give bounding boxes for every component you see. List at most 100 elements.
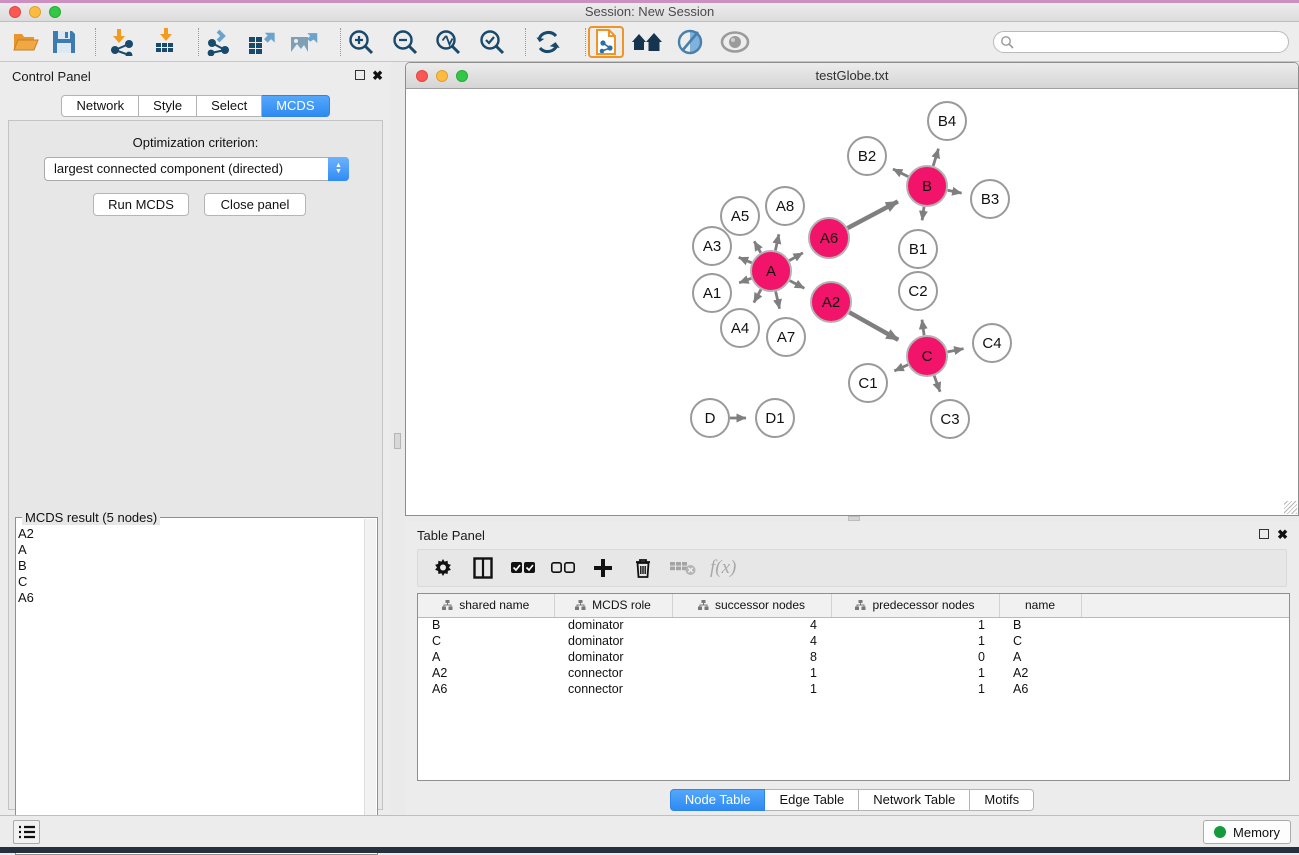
edge-B-B3[interactable] xyxy=(948,190,962,193)
node-A8[interactable]: A8 xyxy=(766,187,804,225)
node-A7[interactable]: A7 xyxy=(767,318,805,356)
node-D[interactable]: D xyxy=(691,399,729,437)
network-window-titlebar[interactable]: testGlobe.txt xyxy=(406,63,1298,89)
close-panel-icon[interactable]: ✖ xyxy=(372,68,383,84)
table-row[interactable]: Bdominator41B xyxy=(418,617,1289,633)
node-C3[interactable]: C3 xyxy=(931,400,969,438)
cell-name[interactable]: A2 xyxy=(999,665,1081,681)
cell-predecessor-nodes[interactable]: 1 xyxy=(831,617,999,633)
deselect-all-checkboxes-icon[interactable] xyxy=(550,555,576,581)
tab-select[interactable]: Select xyxy=(197,95,262,117)
node-A[interactable]: A xyxy=(751,251,791,291)
mcds-result-item[interactable]: A6 xyxy=(18,590,363,606)
window-resize-grip[interactable] xyxy=(1284,501,1297,514)
run-mcds-button[interactable]: Run MCDS xyxy=(93,193,189,216)
node-attribute-table[interactable]: shared nameMCDS rolesuccessor nodesprede… xyxy=(417,593,1290,781)
edge-A2-C[interactable] xyxy=(849,312,898,340)
mcds-result-item[interactable]: A xyxy=(18,542,363,558)
node-B3[interactable]: B3 xyxy=(971,180,1009,218)
table-row[interactable]: A6connector11A6 xyxy=(418,681,1289,697)
network-canvas[interactable]: AA1A2A3A4A5A6A7A8BB1B2B3B4CC1C2C3C4DD1 xyxy=(406,89,1298,515)
tab-style[interactable]: Style xyxy=(139,95,197,117)
tab-edge-table[interactable]: Edge Table xyxy=(765,789,859,811)
cell-shared-name[interactable]: A2 xyxy=(418,665,554,681)
node-A1[interactable]: A1 xyxy=(693,274,731,312)
node-A4[interactable]: A4 xyxy=(721,309,759,347)
toggle-graphics-details-icon[interactable] xyxy=(672,26,708,58)
cell-successor-nodes[interactable]: 8 xyxy=(672,649,831,665)
open-file-icon[interactable] xyxy=(8,26,44,58)
vertical-splitter-grip[interactable] xyxy=(394,433,401,449)
vertical-splitter[interactable] xyxy=(391,62,405,815)
edge-B-B2[interactable] xyxy=(893,169,908,177)
cell-MCDS-role[interactable]: dominator xyxy=(554,617,672,633)
cell-predecessor-nodes[interactable]: 0 xyxy=(831,649,999,665)
node-C2[interactable]: C2 xyxy=(899,272,937,310)
delete-table-icon[interactable] xyxy=(670,555,696,581)
column-selector-icon[interactable] xyxy=(470,555,496,581)
cell-name[interactable]: A xyxy=(999,649,1081,665)
import-table-icon[interactable] xyxy=(148,26,184,58)
cell-successor-nodes[interactable]: 1 xyxy=(672,665,831,681)
home-icon[interactable] xyxy=(629,26,665,58)
cell-successor-nodes[interactable]: 4 xyxy=(672,617,831,633)
search-field[interactable] xyxy=(993,31,1289,53)
node-A2[interactable]: A2 xyxy=(811,282,851,322)
edge-B-B4[interactable] xyxy=(933,149,938,166)
edge-A-A2[interactable] xyxy=(790,281,805,289)
export-table-icon[interactable] xyxy=(243,26,279,58)
float-table-panel-icon[interactable] xyxy=(1259,529,1269,539)
cell-MCDS-role[interactable]: connector xyxy=(554,665,672,681)
table-row[interactable]: Cdominator41C xyxy=(418,633,1289,649)
zoom-selected-icon[interactable] xyxy=(474,26,510,58)
export-network-icon[interactable] xyxy=(201,26,237,58)
cell-shared-name[interactable]: A xyxy=(418,649,554,665)
edge-A-A5[interactable] xyxy=(754,241,760,252)
cell-name[interactable]: A6 xyxy=(999,681,1081,697)
column-header-name[interactable]: name xyxy=(999,594,1081,617)
cell-successor-nodes[interactable]: 1 xyxy=(672,681,831,697)
criterion-dropdown[interactable]: largest connected component (directed) ▲… xyxy=(44,157,349,181)
edge-A-A3[interactable] xyxy=(739,257,752,262)
export-image-icon[interactable] xyxy=(286,26,322,58)
edge-C-C3[interactable] xyxy=(934,376,940,392)
memory-button[interactable]: Memory xyxy=(1203,820,1291,844)
import-network-icon[interactable] xyxy=(103,26,139,58)
zoom-in-icon[interactable] xyxy=(343,26,379,58)
cell-shared-name[interactable]: C xyxy=(418,633,554,649)
task-history-button[interactable] xyxy=(13,820,40,844)
mcds-result-scrollbar[interactable] xyxy=(364,519,376,853)
edge-A-A7[interactable] xyxy=(776,291,780,308)
settings-gear-icon[interactable] xyxy=(430,555,456,581)
close-table-panel-icon[interactable]: ✖ xyxy=(1277,527,1288,543)
network-file-icon[interactable] xyxy=(588,26,624,58)
cell-predecessor-nodes[interactable]: 1 xyxy=(831,681,999,697)
refresh-icon[interactable] xyxy=(530,26,566,58)
tab-network[interactable]: Network xyxy=(61,95,139,117)
cell-successor-nodes[interactable]: 4 xyxy=(672,633,831,649)
node-C4[interactable]: C4 xyxy=(973,324,1011,362)
node-A6[interactable]: A6 xyxy=(809,218,849,258)
column-header-MCDS-role[interactable]: MCDS role xyxy=(554,594,672,617)
zoom-out-icon[interactable] xyxy=(387,26,423,58)
delete-column-icon[interactable] xyxy=(630,555,656,581)
mcds-result-list[interactable]: A2ABCA6 xyxy=(18,526,363,852)
table-row[interactable]: A2connector11A2 xyxy=(418,665,1289,681)
cell-predecessor-nodes[interactable]: 1 xyxy=(831,633,999,649)
edge-A-A8[interactable] xyxy=(775,234,778,250)
column-header-predecessor-nodes[interactable]: predecessor nodes xyxy=(831,594,999,617)
mcds-result-item[interactable]: C xyxy=(18,574,363,590)
edge-A6-B[interactable] xyxy=(848,201,898,228)
select-all-checkboxes-icon[interactable] xyxy=(510,555,536,581)
tab-network-table[interactable]: Network Table xyxy=(859,789,970,811)
edge-C-C1[interactable] xyxy=(894,365,908,371)
node-D1[interactable]: D1 xyxy=(756,399,794,437)
add-column-icon[interactable] xyxy=(590,555,616,581)
mcds-result-item[interactable]: A2 xyxy=(18,526,363,542)
node-C1[interactable]: C1 xyxy=(849,364,887,402)
mcds-result-item[interactable]: B xyxy=(18,558,363,574)
cell-predecessor-nodes[interactable]: 1 xyxy=(831,665,999,681)
tab-motifs[interactable]: Motifs xyxy=(970,789,1034,811)
cell-shared-name[interactable]: B xyxy=(418,617,554,633)
cell-MCDS-role[interactable]: dominator xyxy=(554,633,672,649)
